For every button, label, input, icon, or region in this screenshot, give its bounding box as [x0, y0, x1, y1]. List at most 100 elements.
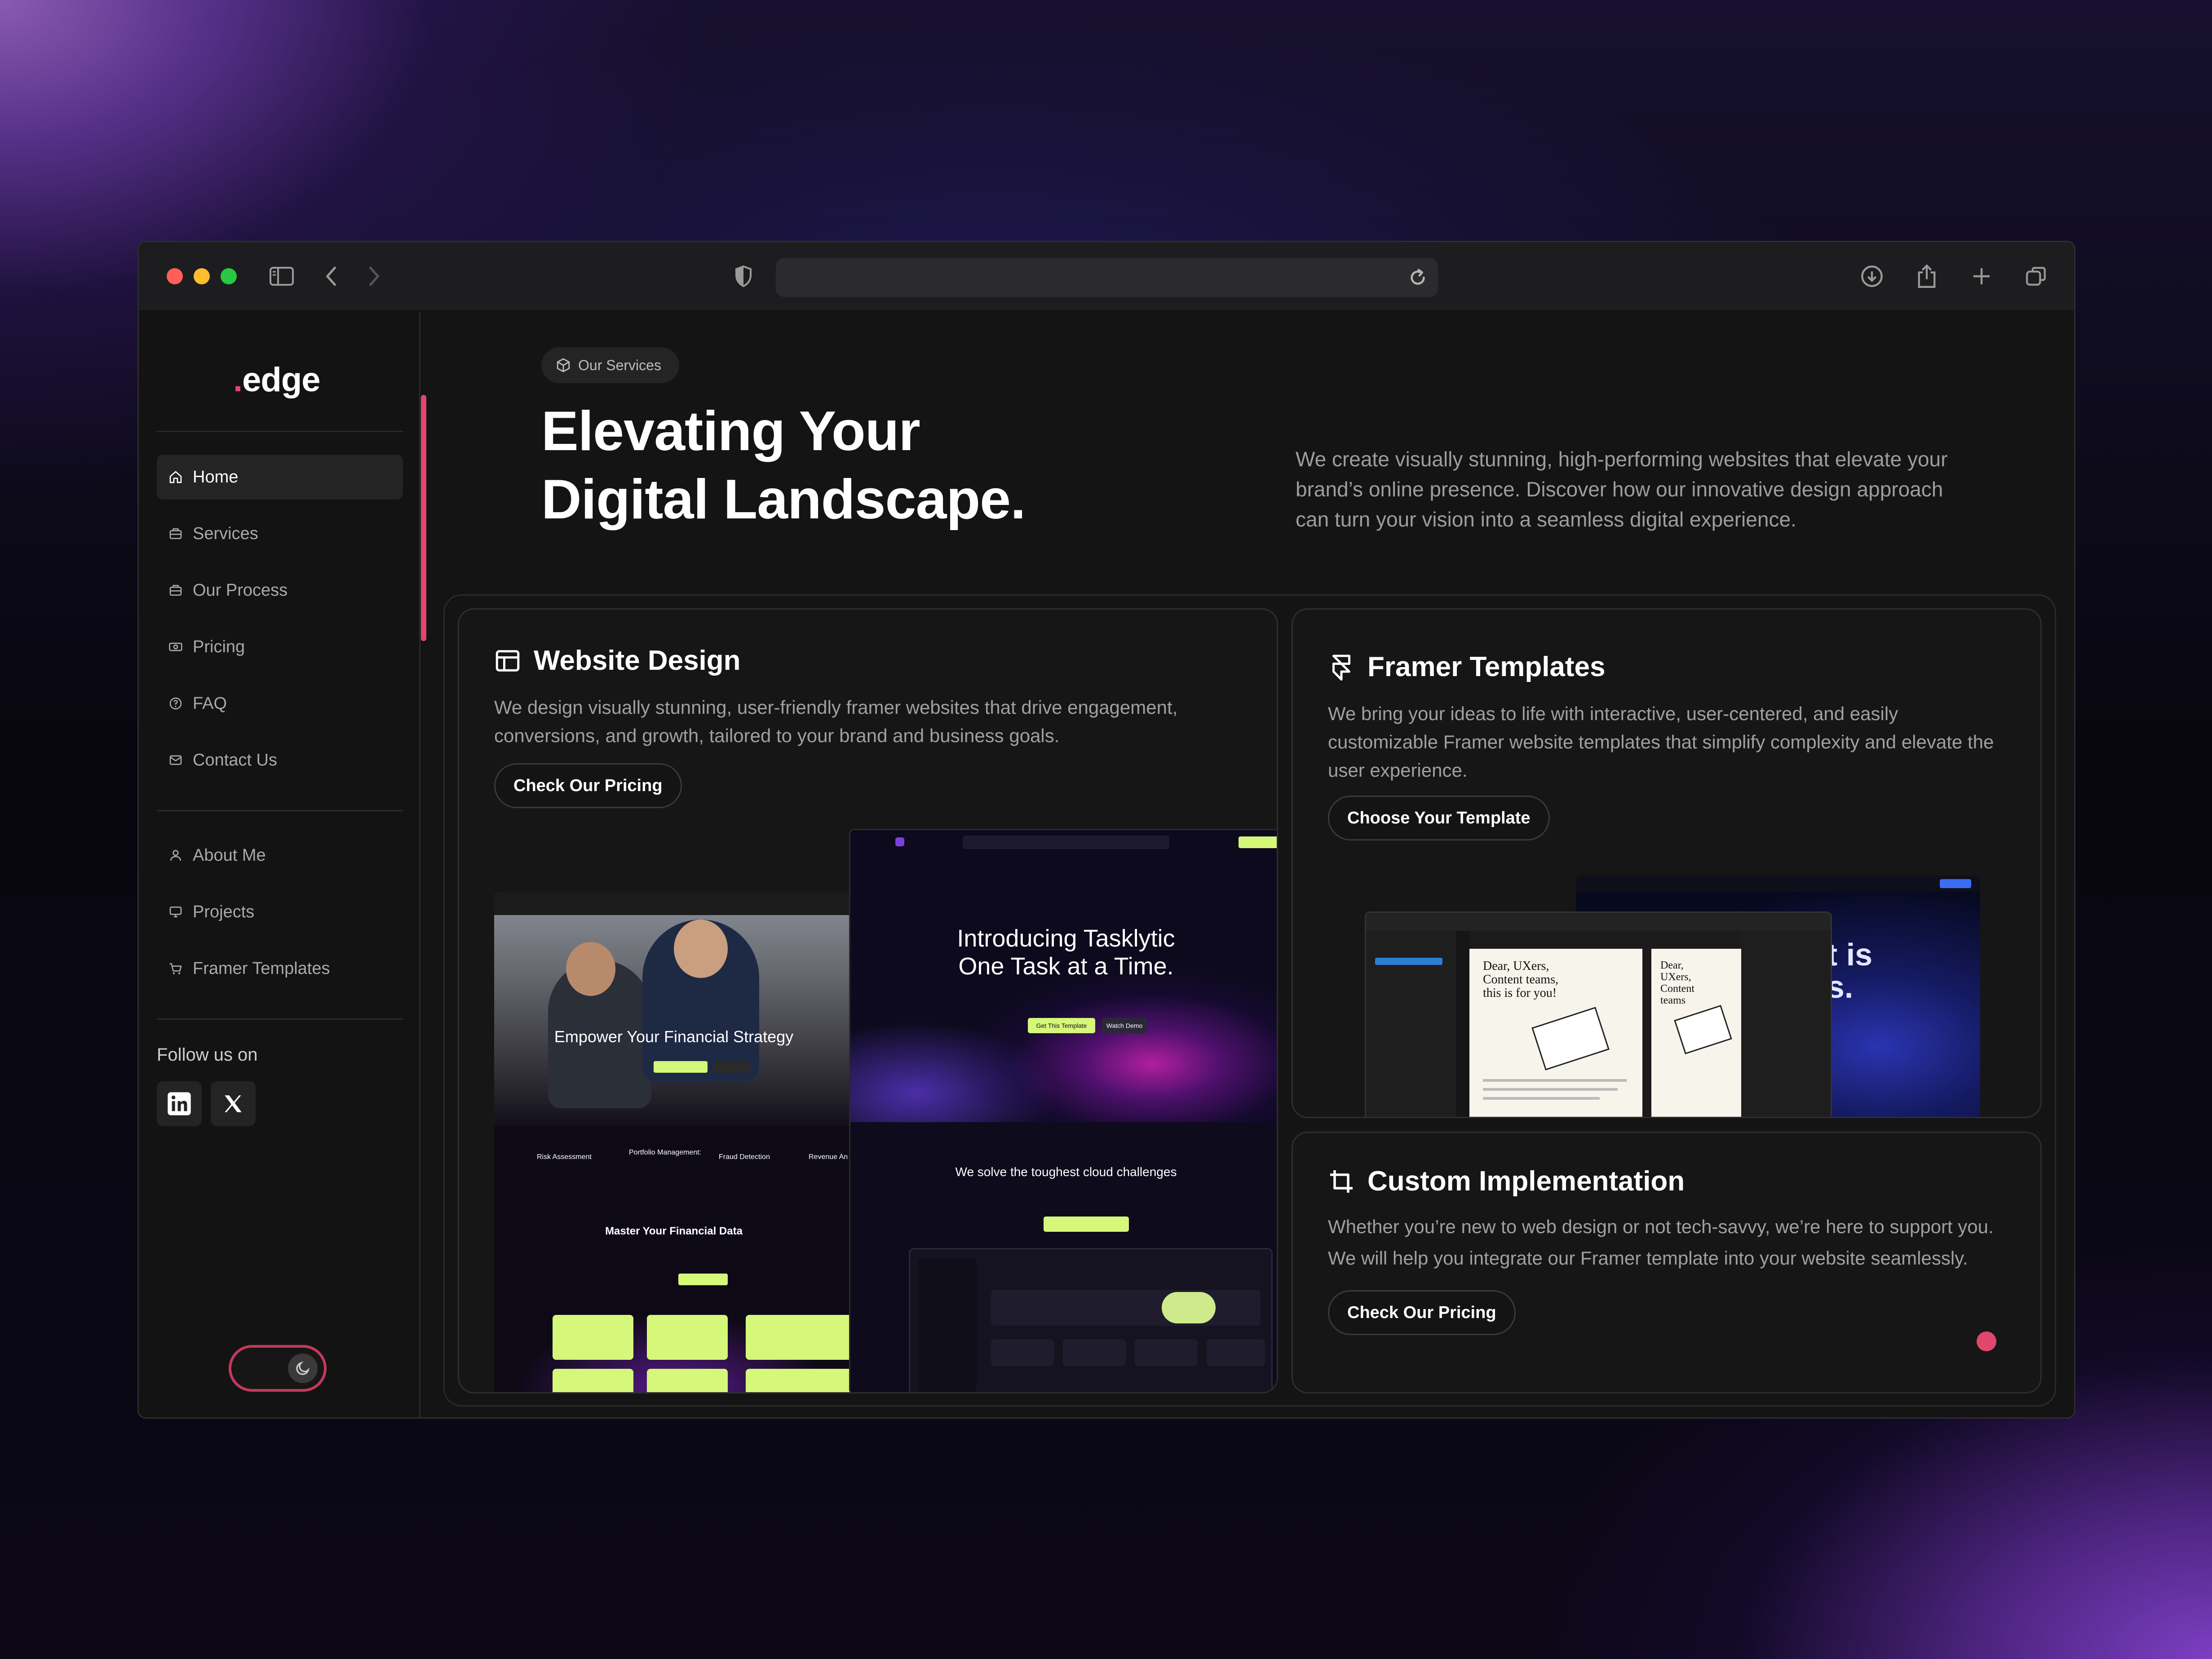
framer-templates-description: We bring your ideas to life with interac… — [1328, 703, 1994, 781]
editor-doc-line — [1483, 1097, 1600, 1100]
sidebar-divider — [157, 431, 403, 432]
finance-feature: Revenue An — [809, 1153, 848, 1161]
sidebar-item-our-process[interactable]: Our Process — [157, 568, 403, 613]
close-window-button[interactable] — [167, 268, 183, 284]
check-pricing-button[interactable]: Check Our Pricing — [1328, 1290, 1516, 1335]
linkedin-icon — [168, 1092, 191, 1115]
sidebar-item-label: Our Process — [193, 580, 288, 600]
card-title-text: Custom Implementation — [1367, 1166, 1685, 1197]
tab-overview-icon[interactable] — [2023, 263, 2050, 290]
browser-toolbar — [139, 242, 2074, 312]
tasklytic-nav-button — [1239, 836, 1277, 848]
privacy-shield-icon[interactable] — [730, 263, 757, 290]
monitor-icon — [169, 907, 182, 917]
logo-text: edge — [242, 361, 320, 399]
finance-headline: Empower Your Financial Strategy — [554, 1027, 794, 1046]
sidebar-item-label: Home — [193, 467, 239, 487]
finance-feature-card — [553, 1315, 633, 1360]
x-icon — [225, 1095, 242, 1112]
page-title-line-2: Digital Landscape. — [541, 469, 1026, 531]
sidebar-item-services[interactable]: Services — [157, 511, 403, 556]
sidebar-item-label: Pricing — [193, 637, 245, 656]
minimize-window-button[interactable] — [194, 268, 210, 284]
editor-layer-selected — [1375, 958, 1442, 965]
theme-toggle[interactable] — [229, 1345, 327, 1392]
editor-doc-text: Dear, UXers, Content teams, this is for … — [1483, 959, 1558, 1000]
check-pricing-button[interactable]: Check Our Pricing — [494, 763, 682, 808]
money-icon — [169, 642, 182, 651]
editor-properties-panel — [1741, 931, 1831, 1117]
reload-icon[interactable] — [1407, 267, 1428, 288]
sidebar-toggle-icon[interactable] — [268, 263, 295, 290]
dashboard-stat — [1063, 1339, 1126, 1366]
sidebar: .edge Home Services Our Process Pricing … — [139, 312, 420, 1417]
framer-templates-card: Framer Templates We bring your ideas to … — [1292, 608, 2042, 1118]
editor-toolbar — [1366, 913, 1831, 931]
tasklytic-menu — [963, 836, 1169, 849]
sidebar-item-pricing[interactable]: Pricing — [157, 624, 403, 669]
finance-feature-card — [746, 1369, 854, 1392]
framer-site-nav — [1576, 876, 1980, 892]
page-title: Elevating Your Digital Landscape. — [541, 397, 1026, 534]
finance-feature: Fraud Detection — [719, 1153, 770, 1161]
choose-template-button[interactable]: Choose Your Template — [1328, 796, 1550, 841]
sidebar-item-framer-templates[interactable]: Framer Templates — [157, 946, 403, 991]
sidebar-divider — [157, 1018, 403, 1020]
share-icon[interactable] — [1913, 263, 1940, 290]
custom-implementation-title: Custom Implementation — [1328, 1165, 1685, 1197]
editor-layers-panel — [1366, 931, 1456, 1117]
editor-doc-line — [1483, 1088, 1618, 1091]
sidebar-item-label: Framer Templates — [193, 959, 330, 978]
website-design-card: Website Design We design visually stunni… — [458, 608, 1278, 1394]
sidebar-item-label: About Me — [193, 845, 266, 865]
editor-doc-line — [1483, 1079, 1627, 1082]
linkedin-button[interactable] — [157, 1081, 202, 1126]
tasklytic-logo — [895, 837, 904, 846]
sidebar-item-contact-us[interactable]: Contact Us — [157, 738, 403, 783]
tasklytic-dashboard — [909, 1248, 1273, 1392]
our-services-badge: Our Services — [541, 347, 679, 383]
finance-feature: Risk Assessment — [537, 1153, 592, 1161]
editor-canvas-page-mobile: Dear, UXers, Content teams — [1651, 949, 1741, 1117]
address-bar[interactable] — [776, 258, 1438, 297]
card-title-text: Framer Templates — [1367, 651, 1606, 682]
sidebar-item-projects[interactable]: Projects — [157, 889, 403, 934]
editor-doc-illustration — [1531, 1007, 1610, 1071]
sidebar-item-faq[interactable]: FAQ — [157, 681, 403, 726]
person-head — [566, 942, 615, 996]
sidebar-item-home[interactable]: Home — [157, 455, 403, 500]
forward-icon[interactable] — [361, 263, 388, 290]
finance-feature-card — [746, 1315, 854, 1360]
new-tab-icon[interactable] — [1968, 263, 1995, 290]
finance-cta-button — [654, 1061, 708, 1073]
tasklytic-template-preview[interactable]: Introducing Tasklytic One Task at a Time… — [849, 829, 1277, 1392]
back-icon[interactable] — [318, 263, 345, 290]
tasklytic-headline-line-2: One Task at a Time. — [958, 953, 1174, 980]
finance-template-preview[interactable]: Empower Your Financial Strategy Risk Ass… — [494, 893, 854, 1392]
sidebar-scroll-indicator — [421, 395, 426, 641]
finance-feature-card — [647, 1369, 728, 1392]
download-icon[interactable] — [1858, 263, 1885, 290]
zoom-window-button[interactable] — [221, 268, 237, 284]
user-icon — [170, 850, 181, 861]
dashboard-banner — [991, 1290, 1261, 1326]
tasklytic-cta-button: Get This Template — [1028, 1018, 1095, 1033]
crop-icon — [1330, 1170, 1353, 1193]
x-button[interactable] — [211, 1081, 256, 1126]
card-title-text: Website Design — [534, 645, 741, 676]
dashboard-stat — [991, 1339, 1054, 1366]
framer-site-nav-button — [1940, 879, 1971, 888]
finance-feature-card — [553, 1369, 633, 1392]
home-icon — [169, 471, 182, 483]
preview-nav — [850, 830, 1277, 853]
framer-icon — [1332, 655, 1350, 681]
briefcase-icon — [169, 528, 182, 539]
sidebar-item-about-me[interactable]: About Me — [157, 833, 403, 878]
tasklytic-headline-line-1: Introducing Tasklytic — [957, 925, 1175, 952]
framer-editor-preview: Dear, UXers, Content teams, this is for … — [1365, 911, 1832, 1117]
hero-description: We create visually stunning, high-perfor… — [1296, 447, 1948, 531]
status-dot — [1977, 1332, 1996, 1351]
website-design-title: Website Design — [494, 645, 741, 677]
dashboard-cloud-illustration — [1162, 1292, 1216, 1323]
logo[interactable]: .edge — [233, 360, 321, 399]
